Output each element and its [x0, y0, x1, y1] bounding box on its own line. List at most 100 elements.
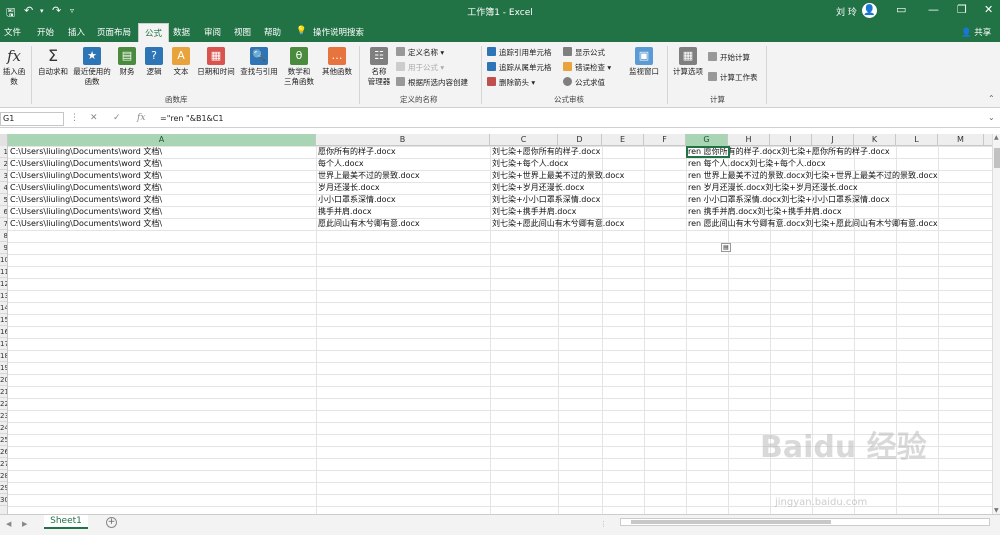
cell-b1[interactable]: 愿你所有的样子.docx	[316, 146, 396, 158]
scroll-down-icon[interactable]: ▼	[994, 507, 999, 514]
datetime-button[interactable]: ▦ 日期和时间	[196, 47, 236, 77]
active-cell-g1[interactable]	[686, 146, 730, 158]
row-header[interactable]: 17	[0, 338, 7, 350]
cell-c3[interactable]: 刘七染+世界上最美不过的景致.docx	[490, 170, 624, 182]
text-button[interactable]: A 文本	[169, 47, 193, 77]
share-button[interactable]: 👤 共享	[961, 26, 991, 38]
cell-a2[interactable]: C:\Users\liuling\Documents\word 文档\	[8, 158, 162, 170]
row-header[interactable]: 25	[0, 434, 7, 446]
row-header[interactable]: 7	[0, 218, 7, 230]
cell-a6[interactable]: C:\Users\liuling\Documents\word 文档\	[8, 206, 162, 218]
trace-dependents-button[interactable]: 追踪从属单元格	[487, 62, 552, 73]
row-header[interactable]: 13	[0, 290, 7, 302]
sheet-next-icon[interactable]: ▶	[22, 520, 27, 528]
lookup-button[interactable]: 🔍 查找与引用	[238, 47, 280, 77]
column-header-c[interactable]: C	[490, 134, 558, 146]
evaluate-formula-button[interactable]: 公式求值	[563, 77, 605, 88]
row-header[interactable]: 27	[0, 458, 7, 470]
tab-home[interactable]: 开始	[37, 26, 54, 38]
calculate-sheet-button[interactable]: 计算工作表	[708, 72, 758, 83]
column-header-a[interactable]: A	[8, 134, 316, 146]
cell-g3[interactable]: ren 世界上最美不过的景致.docx刘七染+世界上最美不过的景致.docx	[686, 170, 938, 182]
row-header[interactable]: 1	[0, 146, 7, 158]
tab-view[interactable]: 视图	[234, 26, 251, 38]
trace-precedents-button[interactable]: 追踪引用单元格	[487, 47, 552, 58]
tab-insert[interactable]: 插入	[68, 26, 85, 38]
tab-review[interactable]: 审阅	[204, 26, 221, 38]
minimize-icon[interactable]: —	[928, 3, 939, 16]
cell-b6[interactable]: 携手并肩.docx	[316, 206, 372, 218]
more-functions-button[interactable]: … 其他函数	[318, 47, 356, 77]
row-header[interactable]: 12	[0, 278, 7, 290]
horizontal-scroll-thumb[interactable]	[631, 520, 831, 524]
paste-options-icon[interactable]: ▤	[721, 243, 731, 252]
vertical-scrollbar[interactable]: ▲ ▼	[992, 134, 1000, 514]
sheet-tab-sheet1[interactable]: Sheet1	[44, 515, 88, 529]
horizontal-scrollbar[interactable]	[620, 518, 990, 526]
cell-c1[interactable]: 刘七染+愿你所有的样子.docx	[490, 146, 600, 158]
cell-g5[interactable]: ren 小小口罩系深情.docx刘七染+小小口罩系深情.docx	[686, 194, 890, 206]
cell-b7[interactable]: 愿此间山有木兮卿有意.docx	[316, 218, 420, 230]
cell-a7[interactable]: C:\Users\liuling\Documents\word 文档\	[8, 218, 162, 230]
sheet-prev-icon[interactable]: ◀	[6, 520, 11, 528]
fx-button-icon[interactable]: fx	[137, 113, 145, 123]
cell-a1[interactable]: C:\Users\liuling\Documents\word 文档\	[8, 146, 162, 158]
row-header[interactable]: 20	[0, 374, 7, 386]
cell-b3[interactable]: 世界上最美不过的景致.docx	[316, 170, 420, 182]
row-header[interactable]: 5	[0, 194, 7, 206]
column-header-d[interactable]: D	[558, 134, 602, 146]
cell-c7[interactable]: 刘七染+愿此间山有木兮卿有意.docx	[490, 218, 624, 230]
tab-help[interactable]: 帮助	[264, 26, 281, 38]
cell-a3[interactable]: C:\Users\liuling\Documents\word 文档\	[8, 170, 162, 182]
math-trig-button[interactable]: θ 数学和 三角函数	[282, 47, 316, 87]
calculation-options-button[interactable]: ▦ 计算选项	[670, 47, 706, 77]
close-icon[interactable]: ✕	[984, 3, 993, 16]
cell-c4[interactable]: 刘七染+岁月还漫长.docx	[490, 182, 584, 194]
row-header[interactable]: 16	[0, 326, 7, 338]
cell-g6[interactable]: ren 携手并肩.docx刘七染+携手并肩.docx	[686, 206, 842, 218]
tab-formulas[interactable]: 公式	[138, 23, 170, 42]
cell-b2[interactable]: 每个人.docx	[316, 158, 364, 170]
row-header[interactable]: 23	[0, 410, 7, 422]
column-header-b[interactable]: B	[316, 134, 490, 146]
row-header[interactable]: 4	[0, 182, 7, 194]
maximize-icon[interactable]: ❐	[957, 3, 967, 16]
error-checking-button[interactable]: 错误检查 ▾	[563, 62, 611, 73]
use-in-formula-button[interactable]: 用于公式 ▾	[396, 62, 444, 73]
row-header[interactable]: 19	[0, 362, 7, 374]
column-header-i[interactable]: I	[770, 134, 812, 146]
column-header-j[interactable]: J	[812, 134, 854, 146]
row-header[interactable]: 10	[0, 254, 7, 266]
cell-a5[interactable]: C:\Users\liuling\Documents\word 文档\	[8, 194, 162, 206]
column-header-h[interactable]: H	[728, 134, 770, 146]
row-header[interactable]: 9	[0, 242, 7, 254]
row-header[interactable]: 24	[0, 422, 7, 434]
enter-icon[interactable]: ✓	[113, 113, 121, 123]
name-box[interactable]: G1	[0, 112, 64, 126]
collapse-ribbon-icon[interactable]: ⌃	[988, 94, 995, 103]
tab-data[interactable]: 数据	[173, 26, 190, 38]
cell-b4[interactable]: 岁月还漫长.docx	[316, 182, 380, 194]
remove-arrows-button[interactable]: 删除箭头 ▾	[487, 77, 535, 88]
cell-g2[interactable]: ren 每个人.docx刘七染+每个人.docx	[686, 158, 826, 170]
row-header[interactable]: 6	[0, 206, 7, 218]
logical-button[interactable]: ? 逻辑	[142, 47, 166, 77]
recent-functions-button[interactable]: ★ 最近使用的 函数	[71, 47, 113, 87]
tab-file[interactable]: 文件	[4, 26, 21, 38]
row-header[interactable]: 29	[0, 482, 7, 494]
cell-g4[interactable]: ren 岁月还漫长.docx刘七染+岁月还漫长.docx	[686, 182, 858, 194]
avatar[interactable]: 👤	[862, 3, 877, 18]
column-header-f[interactable]: F	[644, 134, 686, 146]
row-header[interactable]: 21	[0, 386, 7, 398]
row-header[interactable]: 3	[0, 170, 7, 182]
column-header-g[interactable]: G	[686, 134, 728, 146]
column-header-e[interactable]: E	[602, 134, 644, 146]
select-all-corner[interactable]	[0, 134, 8, 146]
row-header[interactable]: 30	[0, 494, 7, 506]
cell-c5[interactable]: 刘七染+小小口罩系深情.docx	[490, 194, 600, 206]
cell-g7[interactable]: ren 愿此间山有木兮卿有意.docx刘七染+愿此间山有木兮卿有意.docx	[686, 218, 938, 230]
column-header-k[interactable]: K	[854, 134, 896, 146]
column-header-l[interactable]: L	[896, 134, 938, 146]
name-manager-button[interactable]: ☷ 名称 管理器	[363, 47, 395, 87]
tab-page-layout[interactable]: 页面布局	[97, 26, 131, 38]
